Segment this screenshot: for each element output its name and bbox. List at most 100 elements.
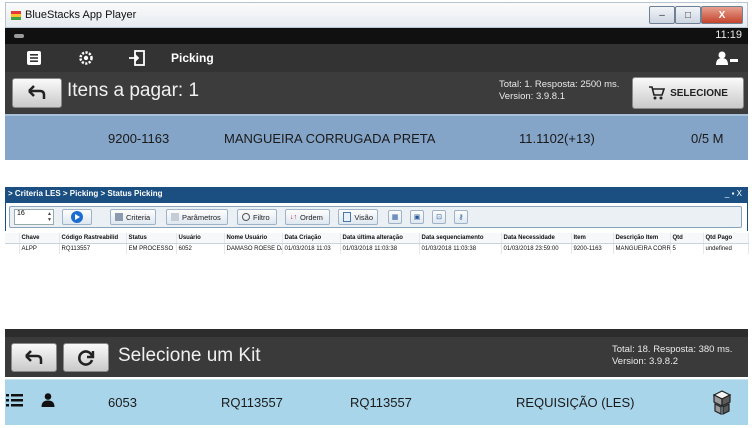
table-cell: 5 — [670, 243, 704, 254]
column-header[interactable]: Item — [571, 233, 614, 244]
lock-icon[interactable]: ⚷ — [454, 210, 468, 224]
criteria-les-window: > Criteria LES > Picking > Status Pickin… — [5, 187, 749, 263]
parametros-icon — [171, 213, 179, 221]
maximize-button[interactable]: □ — [675, 6, 701, 24]
spinner-arrows-icon[interactable]: ▲ ▼ — [47, 211, 52, 223]
select-button[interactable]: SELECIONE — [632, 77, 744, 109]
total-response-text: Total: 18. Resposta: 380 ms. — [612, 344, 733, 355]
back-arrow-icon — [28, 85, 46, 99]
view-icon — [343, 212, 352, 222]
column-header[interactable]: Qtd — [670, 233, 704, 244]
play-icon — [71, 211, 83, 223]
bluestacks-window: BlueStacks App Player – □ X 11:19 Pickin… — [5, 2, 748, 160]
criteria-button[interactable]: Criteria — [110, 209, 156, 225]
status-picking-table: Chave Código Rastreabilid Status Usuário… — [5, 233, 749, 254]
column-header[interactable]: Chave — [19, 233, 60, 244]
table-cell: 6052 — [176, 243, 225, 254]
picking-header: Itens a pagar: 1 Total: 1. Resposta: 250… — [5, 72, 748, 114]
column-header[interactable]: Descrição Item — [613, 233, 671, 244]
column-header[interactable]: Usuário — [176, 233, 225, 244]
criteria-icon — [115, 213, 123, 221]
table-cell: RQ113557 — [59, 243, 127, 254]
total-response-text: Total: 1. Resposta: 2500 ms. — [499, 79, 620, 90]
app-toolbar: Picking — [5, 44, 748, 72]
page-size-value: 16 — [17, 210, 25, 217]
ordem-button[interactable]: ↓↑ Ordem — [285, 209, 330, 225]
list-menu-icon[interactable] — [25, 49, 43, 67]
window-titlebar: BlueStacks App Player – □ X — [5, 2, 748, 28]
criteria-window-controls[interactable]: _ ▪ X — [725, 189, 742, 198]
list-item[interactable]: 9200-1163 MANGUEIRA CORRUGADA PRETA 11.1… — [5, 114, 748, 160]
table-cell: 01/03/2018 11:03:38 — [419, 243, 502, 254]
logout-icon[interactable] — [128, 49, 146, 67]
android-status-bar: 11:19 — [5, 28, 748, 44]
kit-top-bar — [5, 329, 748, 337]
item-code: 9200-1163 — [108, 131, 170, 146]
item-location: 11.1102(+13) — [519, 131, 595, 146]
user-icon — [41, 393, 55, 407]
filtro-button-label: Filtro — [253, 212, 270, 222]
toolbar-container: 16 ▲ ▼ Criteria Parâmetros Filtro ↓↑ Orde… — [9, 206, 742, 228]
column-header[interactable]: Data Necessidade — [501, 233, 572, 244]
table-cell: 9200-1163 — [571, 243, 614, 254]
kit-code: RQ113557 — [221, 395, 283, 410]
table-cell: DAMASO ROESE DA — [224, 243, 283, 254]
table-cell: 01/03/2018 11:03 — [282, 243, 341, 254]
table-cell: undefined — [703, 243, 749, 254]
grid-icon[interactable]: ▦ — [388, 210, 402, 224]
table-cell: 01/03/2018 23:59:00 — [501, 243, 572, 254]
bluestacks-logo-icon — [11, 11, 21, 20]
kit-selection-screen: Selecione um Kit Total: 18. Resposta: 38… — [5, 329, 748, 425]
column-header[interactable]: Status — [126, 233, 177, 244]
page-size-spinner[interactable]: 16 ▲ ▼ — [14, 209, 54, 225]
close-button[interactable]: X — [701, 6, 743, 24]
save-icon[interactable]: ▣ — [410, 210, 424, 224]
criteria-titlebar: > Criteria LES > Picking > Status Pickin… — [5, 187, 748, 203]
window-controls: – □ X — [649, 6, 743, 24]
export-icon[interactable]: ⊡ — [432, 210, 446, 224]
table-cell: 01/03/2018 11:03:38 — [340, 243, 420, 254]
breadcrumb: > Criteria LES > Picking > Status Pickin… — [8, 189, 163, 198]
minimize-button[interactable]: – — [649, 6, 675, 24]
column-header[interactable]: Data Criação — [282, 233, 341, 244]
table-cell: MANGUEIRA CORRU — [613, 243, 671, 254]
response-info: Total: 1. Resposta: 2500 ms. Version: 3.… — [499, 79, 619, 103]
visao-button-label: Visão — [354, 212, 373, 222]
user-badge-icon[interactable] — [713, 49, 741, 67]
list-icon[interactable] — [6, 392, 24, 408]
column-header[interactable]: Código Rastreabilid — [59, 233, 127, 244]
back-button[interactable] — [11, 343, 57, 372]
cart-icon — [649, 86, 666, 100]
table-row[interactable]: ALPP RQ113557 EM PROCESSO 6052 DAMASO RO… — [5, 243, 749, 254]
refresh-icon — [78, 349, 95, 366]
version-text: Version: 3.9.8.2 — [612, 356, 679, 367]
kit-list-item[interactable]: 6053 RQ113557 RQ113557 REQUISIÇÃO (LES) — [5, 379, 748, 425]
column-header[interactable]: Qtd Pago — [703, 233, 749, 244]
gear-icon[interactable] — [77, 49, 95, 67]
ordem-button-label: Ordem — [300, 212, 323, 222]
column-header[interactable]: Data sequenciamento — [419, 233, 502, 244]
kit-request-code: RQ113557 — [350, 395, 412, 410]
criteria-button-label: Criteria — [126, 212, 151, 222]
back-button[interactable] — [12, 78, 62, 108]
boxes-icon[interactable] — [709, 390, 735, 416]
visao-button[interactable]: Visão — [338, 209, 378, 225]
refresh-button[interactable] — [63, 343, 109, 372]
filter-icon — [242, 213, 250, 221]
select-button-label: SELECIONE — [670, 87, 728, 99]
usb-icon — [14, 34, 24, 38]
window-title: BlueStacks App Player — [25, 9, 137, 21]
status-clock: 11:19 — [715, 29, 742, 41]
row-select-cell[interactable] — [5, 243, 20, 254]
column-header[interactable]: Nome Usuário — [224, 233, 283, 244]
sort-icon: ↓↑ — [290, 213, 297, 221]
row-select-header — [5, 233, 20, 244]
column-header[interactable]: Data última alteração — [340, 233, 420, 244]
filtro-button[interactable]: Filtro — [237, 209, 277, 225]
response-info: Total: 18. Resposta: 380 ms. Version: 3.… — [612, 344, 732, 368]
kit-type: REQUISIÇÃO (LES) — [516, 395, 635, 410]
page-title: Itens a pagar: 1 — [67, 80, 200, 101]
execute-button[interactable] — [62, 209, 92, 225]
item-quantity: 0/5 M — [691, 131, 724, 146]
parametros-button[interactable]: Parâmetros — [166, 209, 228, 225]
